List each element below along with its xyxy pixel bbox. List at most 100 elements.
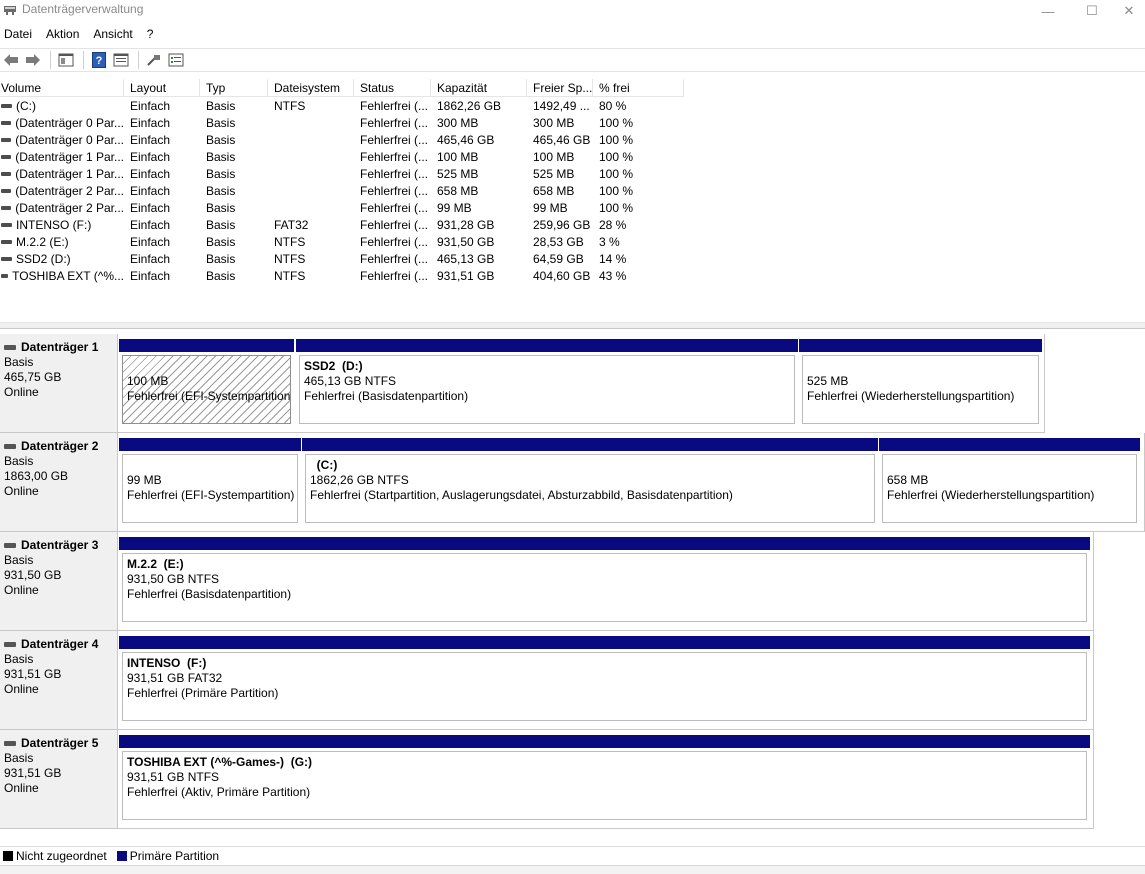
table-cell: 28,53 GB xyxy=(533,234,584,249)
properties-button[interactable] xyxy=(111,50,131,70)
menu-ansicht[interactable]: Ansicht xyxy=(89,24,139,46)
list-view-button[interactable] xyxy=(166,50,186,70)
disk-icon xyxy=(4,741,16,746)
partition-block[interactable]: 658 MB Fehlerfrei (Wiederherstellungspart… xyxy=(879,438,1140,526)
partition-block[interactable]: TOSHIBA EXT (^%-Games-) (G:) 931,51 GB NT… xyxy=(119,735,1090,823)
partition-name: (C:) xyxy=(310,458,338,472)
volume-list-header: Volume Layout Typ Dateisystem Status Kap… xyxy=(0,79,684,97)
table-cell: 28 % xyxy=(599,217,627,232)
menu-datei[interactable]: Datei xyxy=(0,24,39,46)
column-header-volume[interactable]: Volume xyxy=(0,79,124,97)
disk-name-text: Datenträger 3 xyxy=(21,538,99,552)
table-cell: Fehlerfrei (... xyxy=(360,200,429,215)
table-cell: 100 % xyxy=(599,166,634,181)
table-cell: 99 MB xyxy=(533,200,568,215)
disk-icon xyxy=(4,345,16,350)
table-cell: Basis xyxy=(206,251,236,266)
column-header-dateisystem[interactable]: Dateisystem xyxy=(268,79,354,97)
table-cell: (Datenträger 1 Par... xyxy=(0,167,124,181)
disk-label[interactable]: Datenträger 5 Basis 931,51 GB Online xyxy=(0,730,118,829)
connect-button[interactable] xyxy=(144,50,164,70)
disk-status: Online xyxy=(4,385,39,399)
table-cell: Einfach xyxy=(130,251,171,266)
close-button[interactable]: ✕ xyxy=(1113,0,1145,22)
table-row[interactable]: M.2.2 (E:) Einfach Basis NTFS Fehlerfrei (..… xyxy=(0,233,684,250)
table-cell: 64,59 GB xyxy=(533,251,584,266)
table-row[interactable]: (C:) Einfach Basis NTFS Fehlerfrei (... 1862,… xyxy=(0,97,684,114)
table-row[interactable]: TOSHIBA EXT (^%... Einfach Basis NTFS Fehler… xyxy=(0,267,684,284)
toolbar-separator xyxy=(50,51,51,69)
partition-block[interactable]: (C:) 1862,26 GB NTFS Fehlerfrei (Startpart… xyxy=(302,438,878,526)
table-cell: Fehlerfrei (... xyxy=(360,149,429,164)
column-header-typ[interactable]: Typ xyxy=(200,79,268,97)
partition-block[interactable]: INTENSO (F:) 931,51 GB FAT32 Fehlerfrei (P… xyxy=(119,636,1090,724)
table-cell: 404,60 GB xyxy=(533,268,591,283)
column-header-kapazitaet[interactable]: Kapazität xyxy=(431,79,527,97)
table-cell: Einfach xyxy=(130,132,171,147)
partition-info: 658 MB Fehlerfrei (Wiederherstellungspart… xyxy=(882,454,1137,523)
partition-type-bar xyxy=(119,636,1090,649)
partition-block[interactable]: M.2.2 (E:) 931,50 GB NTFS Fehlerfrei (Basi… xyxy=(119,537,1090,625)
table-row[interactable]: (Datenträger 2 Par... Einfach Basis Fehlerf… xyxy=(0,182,684,199)
disk-label[interactable]: Datenträger 2 Basis 1863,00 GB Online xyxy=(0,433,118,532)
table-cell: Fehlerfrei (... xyxy=(360,234,429,249)
column-header-layout[interactable]: Layout xyxy=(124,79,200,97)
partition-block[interactable]: 100 MB Fehlerfrei (EFI-Systempartition) xyxy=(119,339,294,427)
disk-name: Datenträger 4 xyxy=(4,637,117,652)
disk-size: 1863,00 GB xyxy=(4,469,69,483)
menu-aktion[interactable]: Aktion xyxy=(42,24,86,46)
partition-block[interactable]: 99 MB Fehlerfrei (EFI-Systempartition) xyxy=(119,438,301,526)
partition-block[interactable]: 525 MB Fehlerfrei (Wiederherstellungspart… xyxy=(799,339,1042,427)
column-header-freier-speicher[interactable]: Freier Sp... xyxy=(527,79,593,97)
table-cell: 300 MB xyxy=(533,115,575,130)
table-cell: 465,46 GB xyxy=(533,132,591,147)
pane-splitter[interactable] xyxy=(0,322,1145,329)
maximize-icon: ☐ xyxy=(1086,3,1098,18)
table-row[interactable]: (Datenträger 0 Par... Einfach Basis Fehlerf… xyxy=(0,131,684,148)
table-cell: Einfach xyxy=(130,115,171,130)
partition-block[interactable]: SSD2 (D:) 465,13 GB NTFS Fehlerfrei (Basis… xyxy=(296,339,798,427)
disk-label[interactable]: Datenträger 4 Basis 931,51 GB Online xyxy=(0,631,118,730)
table-row[interactable]: (Datenträger 1 Par... Einfach Basis Fehlerf… xyxy=(0,165,684,182)
column-header-status[interactable]: Status xyxy=(354,79,431,97)
table-cell: 931,28 GB xyxy=(437,217,495,232)
show-hide-tree-button[interactable] xyxy=(56,50,76,70)
partition-status: Fehlerfrei (Basisdatenpartition) xyxy=(127,587,292,601)
disk-size: 931,51 GB xyxy=(4,766,62,780)
table-cell: 259,96 GB xyxy=(533,217,591,232)
table-row[interactable]: (Datenträger 0 Par... Einfach Basis Fehlerf… xyxy=(0,114,684,131)
legend-label-primary: Primäre Partition xyxy=(129,848,220,863)
disk-label[interactable]: Datenträger 1 Basis 465,75 GB Online xyxy=(0,334,118,433)
legend-swatch-primary xyxy=(116,850,127,861)
table-cell: NTFS xyxy=(274,251,306,266)
column-header-prozent-frei[interactable]: % frei xyxy=(593,79,684,97)
table-cell: NTFS xyxy=(274,268,306,283)
disk-label[interactable]: Datenträger 3 Basis 931,50 GB Online xyxy=(0,532,118,631)
volume-name: M.2.2 (E:) xyxy=(16,234,69,249)
back-button[interactable] xyxy=(1,50,21,70)
table-row[interactable]: SSD2 (D:) Einfach Basis NTFS Fehlerfrei (...… xyxy=(0,250,684,267)
svg-text:?: ? xyxy=(96,55,103,67)
disk-name: Datenträger 5 xyxy=(4,736,117,751)
partition-type-bar xyxy=(119,438,301,451)
table-cell: 465,46 GB xyxy=(437,132,495,147)
help-button[interactable]: ? xyxy=(89,50,109,70)
partition-info: (C:) 1862,26 GB NTFS Fehlerfrei (Startpart… xyxy=(305,454,875,523)
table-cell: 658 MB xyxy=(533,183,575,198)
menu-help[interactable]: ? xyxy=(143,24,161,46)
forward-button[interactable] xyxy=(23,50,43,70)
partition-status: Fehlerfrei (Basisdatenpartition) xyxy=(304,389,469,403)
table-row[interactable]: INTENSO (F:) Einfach Basis FAT32 Fehlerfrei … xyxy=(0,216,684,233)
table-row[interactable]: (Datenträger 1 Par... Einfach Basis Fehlerf… xyxy=(0,148,684,165)
partition-status: Fehlerfrei (EFI-Systempartition) xyxy=(127,389,290,403)
table-cell: Basis xyxy=(206,166,236,181)
volume-name: (Datenträger 0 Par... xyxy=(15,115,124,130)
partition-name: TOSHIBA EXT (^%-Games-) (G:) xyxy=(127,755,313,769)
maximize-button[interactable]: ☐ xyxy=(1069,0,1115,22)
disk-icon xyxy=(4,642,16,647)
disk-name-text: Datenträger 4 xyxy=(21,637,99,651)
table-row[interactable]: (Datenträger 2 Par... Einfach Basis Fehlerf… xyxy=(0,199,684,216)
disk-partition-area: INTENSO (F:) 931,51 GB FAT32 Fehlerfrei (P… xyxy=(118,631,1094,730)
minimize-button[interactable]: — xyxy=(1025,0,1071,22)
table-cell: 43 % xyxy=(599,268,627,283)
